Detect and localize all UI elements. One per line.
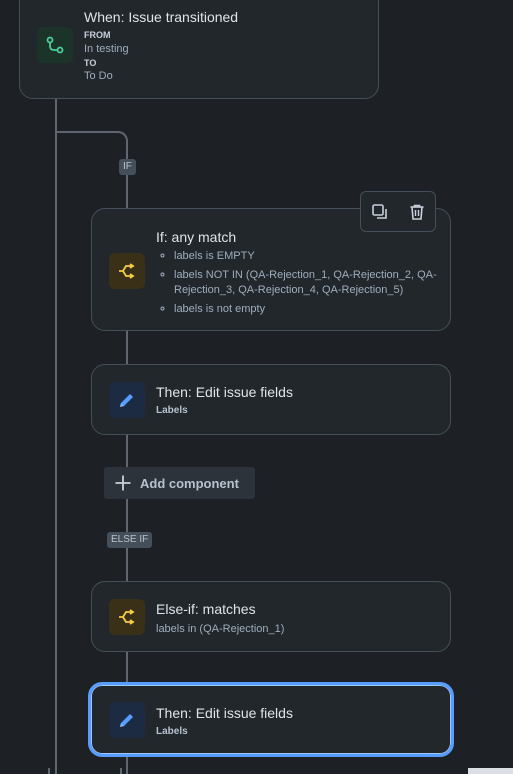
from-label: FROM	[84, 30, 111, 40]
trigger-icon-box	[37, 27, 73, 63]
action-2-title: Then: Edit issue fields	[156, 705, 293, 721]
branch-connector-h	[56, 131, 116, 133]
trigger-card[interactable]: When: Issue transitioned FROM In testing…	[19, 0, 379, 99]
action-1-icon-box	[109, 382, 145, 418]
bottom-tick-right	[120, 768, 122, 774]
action-2-icon-box	[109, 702, 145, 738]
delete-button[interactable]	[405, 200, 429, 224]
duplicate-button[interactable]	[368, 200, 392, 224]
corner-mark	[468, 768, 513, 774]
action-1-subtitle: Labels	[156, 405, 188, 416]
else-if-condition-card[interactable]: Else-if: matches labels in (QA-Rejection…	[91, 581, 451, 652]
branch-icon	[119, 263, 135, 279]
action-card-1[interactable]: Then: Edit issue fields Labels	[91, 364, 451, 435]
bottom-tick-left	[48, 768, 50, 774]
condition-item: labels is not empty	[174, 302, 444, 317]
if-title: If: any match	[156, 229, 237, 245]
pencil-icon	[120, 714, 133, 727]
card-toolbar	[360, 191, 436, 232]
transition-icon	[46, 36, 64, 54]
action-2-subtitle: Labels	[156, 726, 188, 737]
condition-item: labels is EMPTY	[174, 249, 444, 264]
action-1-title: Then: Edit issue fields	[156, 384, 293, 400]
trigger-title: When: Issue transitioned	[84, 9, 239, 25]
plus-icon	[115, 475, 131, 491]
trash-icon	[410, 204, 423, 220]
condition-item: labels NOT IN (QA-Rejection_1, QA-Reject…	[174, 268, 444, 298]
branch-icon	[119, 609, 135, 625]
to-label: TO	[84, 58, 97, 68]
from-value: In testing	[84, 43, 129, 55]
else-if-title: Else-if: matches	[156, 601, 256, 617]
to-value: To Do	[84, 70, 113, 82]
else-if-icon-box	[109, 599, 145, 635]
pencil-icon	[120, 394, 133, 407]
if-pill: IF	[119, 159, 136, 175]
branch-connector-curve	[114, 131, 128, 145]
if-conditions-list: labels is EMPTY labels NOT IN (QA-Reject…	[156, 249, 444, 321]
else-if-subtitle: labels in (QA-Rejection_1)	[156, 623, 285, 635]
add-component-button[interactable]: Add component	[104, 467, 255, 499]
duplicate-icon	[371, 203, 387, 219]
add-component-label: Add component	[140, 475, 239, 491]
action-card-2[interactable]: Then: Edit issue fields Labels	[88, 682, 454, 757]
main-connector	[55, 98, 57, 774]
else-if-pill: ELSE IF	[107, 532, 153, 548]
if-icon-box	[109, 253, 145, 289]
